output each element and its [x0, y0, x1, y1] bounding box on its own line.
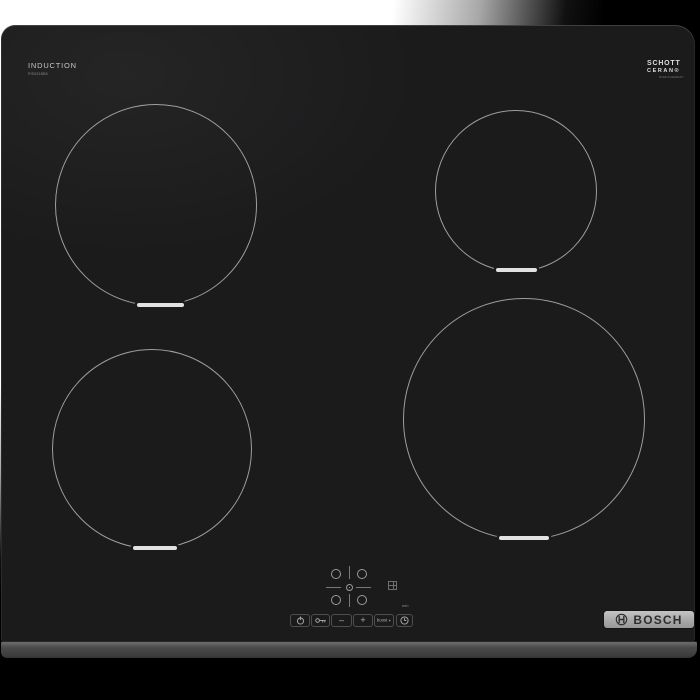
- power-icon: [296, 616, 304, 625]
- burner-marker-top-right: [496, 268, 537, 272]
- plus-button[interactable]: +: [353, 614, 373, 627]
- clock-icon: [400, 616, 409, 625]
- boost-label: boost: [376, 617, 388, 623]
- power-button[interactable]: [290, 614, 310, 627]
- zone-select-back-right[interactable]: [357, 569, 367, 579]
- schott-logo-subtext: MADE IN GERMANY: [659, 76, 684, 79]
- timer-button[interactable]: [396, 614, 413, 627]
- burner-bottom-right-large: [403, 298, 645, 540]
- schott-logo-line1: SCHOTT: [647, 60, 681, 67]
- model-number-label: PIE631BB5: [28, 72, 48, 76]
- burner-bottom-left: [52, 349, 252, 549]
- zone-map-divider-top: [348, 566, 350, 579]
- bosch-logo-badge: BOSCH: [604, 611, 694, 628]
- pause-grid-icon[interactable]: [388, 581, 397, 590]
- surface-type-label: INDUCTION: [28, 61, 77, 70]
- center-dot-icon: [345, 583, 353, 591]
- zone-select-front-right[interactable]: [357, 595, 367, 605]
- burner-marker-bottom-left: [133, 546, 177, 550]
- boost-button[interactable]: boost: [374, 614, 394, 627]
- schott-logo-line2: CERAN®: [647, 68, 681, 74]
- burner-front-left-large: [55, 104, 257, 306]
- zone-map-divider-right: [356, 586, 371, 588]
- burner-marker-top-left: [137, 303, 184, 307]
- minus-button[interactable]: –: [331, 614, 352, 627]
- boost-spark-icon: [388, 618, 391, 623]
- zone-select-back-left[interactable]: [331, 569, 341, 579]
- bosch-emblem-icon: [616, 613, 628, 626]
- bosch-wordmark: BOSCH: [633, 612, 683, 627]
- minus-label: –: [338, 615, 344, 625]
- zone-select-front-left[interactable]: [331, 595, 341, 605]
- burner-marker-bottom-right: [499, 536, 549, 540]
- key-icon: [314, 618, 326, 623]
- plus-label: +: [360, 615, 366, 625]
- child-lock-button[interactable]: [311, 614, 330, 627]
- cooktop-product-image: INDUCTION PIE631BB5 SCHOTT CERAN® MADE I…: [0, 0, 700, 700]
- zone-map-divider-bottom: [348, 594, 350, 607]
- zone-map-divider-left: [326, 586, 341, 588]
- timer-unit-label: min: [402, 603, 409, 608]
- burner-top-right: [435, 110, 597, 272]
- front-trim-strip: [1, 641, 697, 658]
- schott-ceran-logo: SCHOTT CERAN® MADE IN GERMANY: [647, 60, 700, 85]
